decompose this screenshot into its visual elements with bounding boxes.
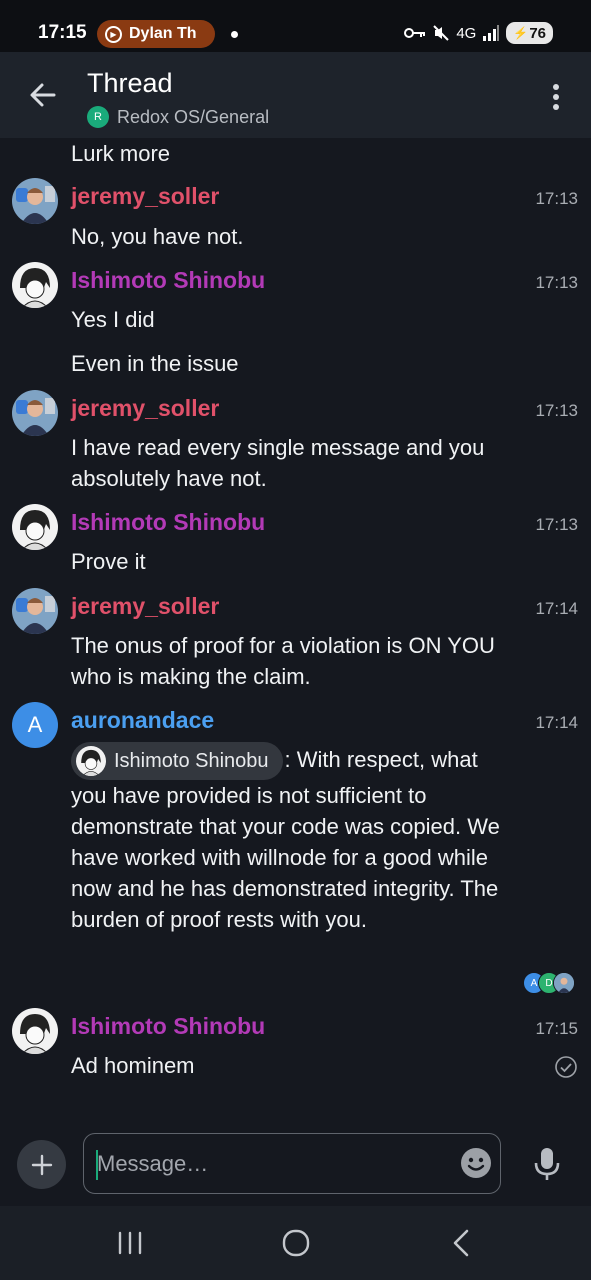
sender-name[interactable]: Ishimoto Shinobu (71, 267, 265, 294)
mention-name: Ishimoto Shinobu (114, 749, 269, 772)
key-icon (404, 28, 426, 38)
back-nav-icon[interactable] (442, 1226, 482, 1260)
status-bar: 17:15 ▶ Dylan Th 4G ⚡ 76 (0, 0, 591, 52)
recent-apps-icon[interactable] (110, 1226, 150, 1260)
message-time: 17:14 (535, 599, 578, 618)
media-notification-label: Dylan Th (129, 25, 197, 42)
page-title: Thread (87, 68, 173, 98)
message-input-box[interactable] (83, 1133, 501, 1194)
thread-header: Thread R Redox OS/General (0, 52, 591, 138)
ishimoto-avatar-image (76, 746, 106, 776)
notification-dot (231, 31, 238, 38)
battery-level: 76 (529, 24, 546, 42)
read-receipts[interactable]: A D (523, 972, 579, 994)
message-composer (0, 1128, 591, 1206)
message-body: No, you have not. (71, 224, 244, 249)
message-body: Lurk more (71, 141, 171, 166)
system-navigation-bar (0, 1206, 591, 1280)
message-body: Even in the issue (71, 351, 239, 376)
jeremy-avatar-image (12, 390, 58, 436)
avatar-auronandace[interactable]: A (12, 702, 58, 748)
message-body: Ishimoto Shinobu : With respect, what yo… (71, 742, 519, 935)
status-time: 17:15 (38, 22, 87, 43)
room-avatar: R (87, 106, 109, 128)
media-notification-pill[interactable]: ▶ Dylan Th (97, 20, 215, 48)
jeremy-avatar-image (12, 178, 58, 224)
sender-name[interactable]: auronandace (71, 707, 214, 734)
message-timeline[interactable]: Lurk more jeremy_soller 17:13 No, you ha… (0, 138, 591, 1128)
avatar-ishimoto[interactable] (12, 262, 58, 308)
status-icons: 4G ⚡ 76 (404, 22, 553, 44)
sender-name[interactable]: jeremy_soller (71, 183, 219, 210)
sender-name[interactable]: Ishimoto Shinobu (71, 1013, 265, 1040)
message-body: Yes I did (71, 307, 155, 332)
avatar-jeremy[interactable] (12, 178, 58, 224)
plus-icon (31, 1154, 52, 1175)
receipt-avatar (553, 972, 575, 994)
room-breadcrumb[interactable]: Redox OS/General (117, 107, 269, 128)
add-attachment-button[interactable] (17, 1140, 66, 1189)
sender-name[interactable]: Ishimoto Shinobu (71, 509, 265, 536)
sender-name[interactable]: jeremy_soller (71, 395, 219, 422)
mention-avatar (76, 746, 106, 776)
play-icon: ▶ (105, 25, 122, 43)
mute-icon (433, 25, 450, 41)
ishimoto-avatar-image (12, 504, 58, 550)
avatar-jeremy[interactable] (12, 390, 58, 436)
message-time: 17:13 (535, 515, 578, 534)
ishimoto-avatar-image (12, 1008, 58, 1054)
sender-name[interactable]: jeremy_soller (71, 593, 219, 620)
avatar-ishimoto[interactable] (12, 504, 58, 550)
message-body: Prove it (71, 549, 146, 574)
network-icon: 4G (456, 24, 477, 42)
message-time: 17:13 (535, 273, 578, 292)
message-time: 17:13 (535, 401, 578, 420)
message-body: I have read every single message and you… (71, 435, 485, 491)
jeremy-avatar-image (554, 973, 574, 993)
message-body: The onus of proof for a violation is ON … (71, 633, 495, 689)
battery-icon: ⚡ 76 (506, 22, 553, 44)
message-body: Ad hominem (71, 1053, 195, 1078)
emoji-icon[interactable] (460, 1147, 492, 1179)
message-input[interactable] (97, 1143, 452, 1185)
avatar-ishimoto[interactable] (12, 1008, 58, 1054)
message-time: 17:15 (535, 1019, 578, 1038)
message-time: 17:13 (535, 189, 578, 208)
ishimoto-avatar-image (12, 262, 58, 308)
signal-icon (483, 25, 500, 41)
home-icon[interactable] (276, 1226, 316, 1260)
microphone-icon[interactable] (533, 1146, 561, 1182)
user-mention-pill[interactable]: Ishimoto Shinobu (71, 742, 283, 780)
sent-check-icon (555, 1056, 577, 1078)
message-time: 17:14 (535, 713, 578, 732)
back-arrow-icon[interactable] (26, 78, 60, 112)
jeremy-avatar-image (12, 588, 58, 634)
avatar-jeremy[interactable] (12, 588, 58, 634)
more-options-icon[interactable] (548, 82, 564, 112)
